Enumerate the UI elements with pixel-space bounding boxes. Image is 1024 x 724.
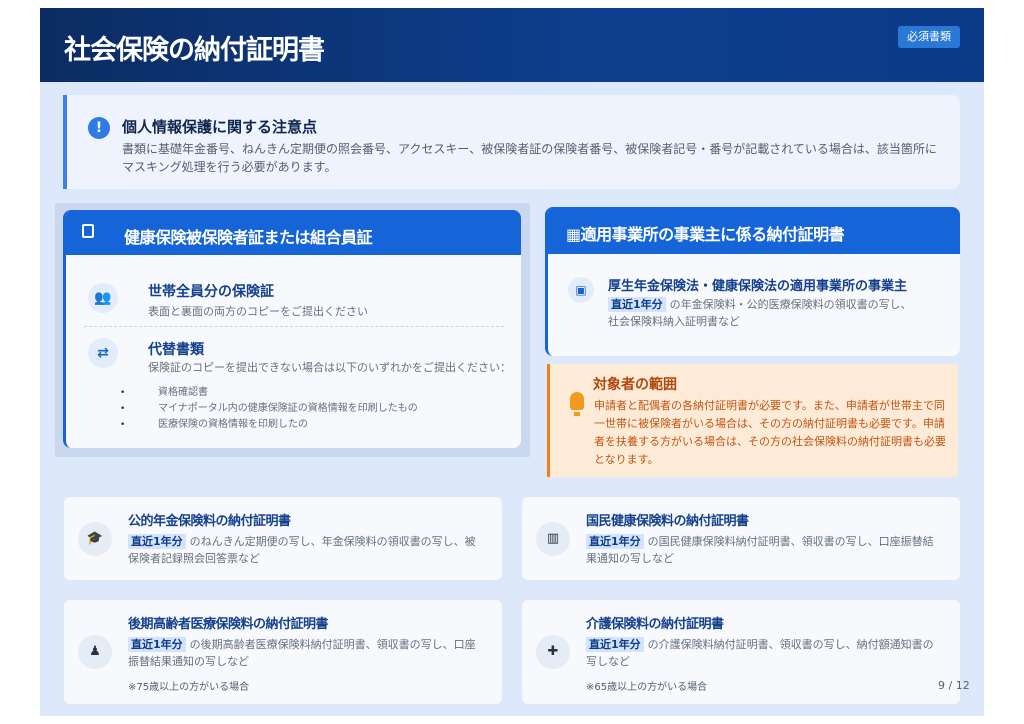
period-tag: 直近1年分 (128, 534, 186, 549)
insurance-card-title: 健康保険被保険者証または組合員証 (124, 228, 373, 247)
national-health-card: ▥ 国民健康保険料の納付証明書 直近1年分 の国民健康保険料納付証明書、領収書の写… (522, 497, 960, 580)
page-header: 社会保険の納付証明書 必須書類 (40, 8, 984, 82)
alternative-docs-list: 資格確認書 マイナポータル内の健康保険証の資格情報を印刷したもの 医療保険の資格… (120, 385, 418, 433)
list-item: 医療保険の資格情報を印刷したの (120, 417, 418, 433)
family-insurance-title: 世帯全員分の保険証 (148, 284, 274, 300)
elderly-medical-card: ♟ 後期高齢者医療保険料の納付証明書 直近1年分 の後期高齢者医療保険料納付証明書… (64, 600, 502, 704)
slide-page: 社会保険の納付証明書 必須書類 ! 個人情報保護に関する注意点 書類に基礎年金番… (40, 8, 984, 716)
period-tag: 直近1年分 (128, 637, 186, 652)
nursing-care-note: ※65歳以上の方がいる場合 (586, 682, 708, 693)
family-insurance-desc: 表面と裏面の両方のコピーをご提出ください (148, 305, 368, 318)
period-tag: 直近1年分 (608, 297, 666, 312)
list-item: マイナポータル内の健康保険証の資格情報を印刷したもの (120, 401, 418, 417)
clipboard-icon: ▣ (568, 277, 594, 303)
family-icon: 👥 (88, 283, 118, 313)
notice-text: 書類に基礎年金番号、ねんきん定期便の照会番号、アクセスキー、被保険者証の保険者番… (122, 142, 937, 174)
elderly-medical-title: 後期高齢者医療保険料の納付証明書 (128, 617, 329, 632)
employer-item-title: 厚生年金保険法・健康保険法の適用事業所の事業主 (608, 279, 908, 294)
national-health-title: 国民健康保険料の納付証明書 (586, 514, 749, 529)
insurance-card: 健康保険被保険者証または組合員証 👥 世帯全員分の保険証 表面と裏面の両方のコピ… (63, 210, 521, 448)
elderly-medical-desc: 直近1年分 の後期高齢者医療保険料納付証明書、領収書の写し、口座振替結果通知の写し… (128, 637, 476, 668)
care-hand-icon: ✚ (536, 635, 570, 669)
lightbulb-icon (570, 392, 584, 416)
employer-card: ▦適用事業所の事業主に係る納付証明書 ▣ 厚生年金保険法・健康保険法の適用事業所… (545, 207, 960, 356)
elderly-person-icon: ♟ (78, 635, 112, 669)
national-health-desc: 直近1年分 の国民健康保険料納付証明書、領収書の写し、口座振替結果通知の写しなど (586, 534, 934, 565)
exclamation-icon: ! (88, 117, 110, 139)
nursing-care-title: 介護保険料の納付証明書 (586, 617, 724, 632)
graduation-cap-icon: 🎓 (78, 522, 112, 556)
divider (84, 326, 504, 327)
scope-box: 対象者の範囲 申請者と配偶者の各納付証明書が必要です。また、申請者が世帯主で同一… (547, 364, 958, 477)
alternative-docs-desc: 保険証のコピーを提出できない場合は以下のいずれかをご提出ください： (148, 361, 511, 374)
list-item: 資格確認書 (120, 385, 418, 401)
scope-title: 対象者の範囲 (593, 377, 677, 393)
required-badge: 必須書類 (898, 26, 960, 48)
employer-card-title: ▦適用事業所の事業主に係る納付証明書 (566, 225, 845, 244)
period-tag: 直近1年分 (586, 534, 644, 549)
pension-title: 公的年金保険料の納付証明書 (128, 514, 291, 529)
page-number: 9 / 12 (938, 679, 970, 692)
privacy-notice: ! 個人情報保護に関する注意点 書類に基礎年金番号、ねんきん定期便の照会番号、ア… (63, 95, 960, 189)
swap-icon: ⇄ (88, 338, 118, 368)
elderly-medical-note: ※75歳以上の方がいる場合 (128, 682, 250, 693)
insurance-card-header: 健康保険被保険者証または組合員証 (66, 210, 521, 255)
pension-desc: 直近1年分 のねんきん定期便の写し、年金保険料の領収書の写し、被保険者記録照会回答… (128, 534, 476, 565)
alternative-docs-title: 代替書類 (148, 342, 204, 358)
page-title: 社会保険の納付証明書 (64, 35, 325, 66)
scope-text: 申請者と配偶者の各納付証明書が必要です。また、申請者が世帯主で同一世帯に被保険者… (594, 399, 946, 466)
notice-title: 個人情報保護に関する注意点 (122, 118, 318, 136)
nursing-care-card: ✚ 介護保険料の納付証明書 直近1年分 の介護保険料納付証明書、領収書の写し、納付… (522, 600, 960, 704)
employer-card-header: ▦適用事業所の事業主に係る納付証明書 (548, 207, 960, 254)
document-icon (82, 224, 94, 238)
employer-item-desc: 直近1年分 の年金保険料・公的医療保険料の領収書の写し、社会保険料納入証明書など (608, 297, 912, 328)
hospital-icon: ▥ (536, 522, 570, 556)
pension-card: 🎓 公的年金保険料の納付証明書 直近1年分 のねんきん定期便の写し、年金保険料の領… (64, 497, 502, 580)
nursing-care-desc: 直近1年分 の介護保険料納付証明書、領収書の写し、納付額通知書の写しなど (586, 637, 934, 668)
period-tag: 直近1年分 (586, 637, 644, 652)
building-icon: ▦ (566, 225, 581, 244)
